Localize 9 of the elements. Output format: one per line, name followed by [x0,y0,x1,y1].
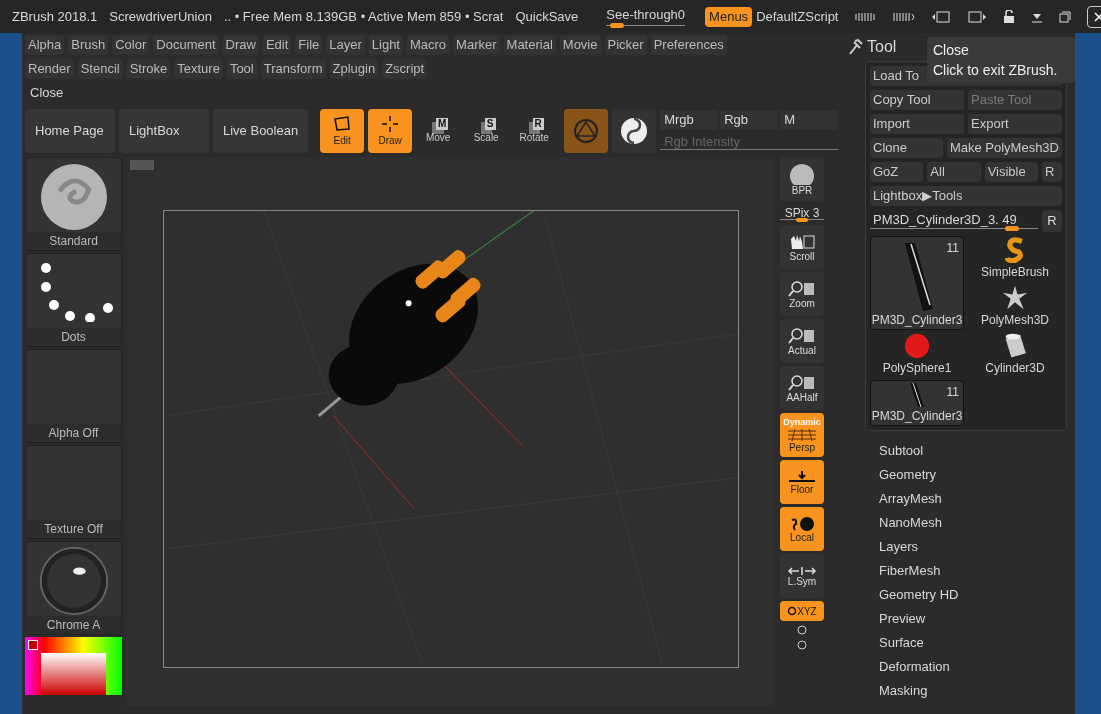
document-name: ScrewdriverUnion [109,7,212,26]
zscript-name: DefaultZScript [756,7,839,26]
count-label: 11 [946,240,959,257]
app-title: ZBrush 2018.1 [12,7,98,26]
memory-status: .. • Free Mem 8.139GB • Active Mem 859 • Scrat [223,7,504,26]
tooltip-text: Click to exit ZBrush. [933,61,1059,80]
count-label: 11 [946,384,959,401]
palette-title: Tool [867,37,897,57]
tooltip-title: Close [933,41,970,60]
